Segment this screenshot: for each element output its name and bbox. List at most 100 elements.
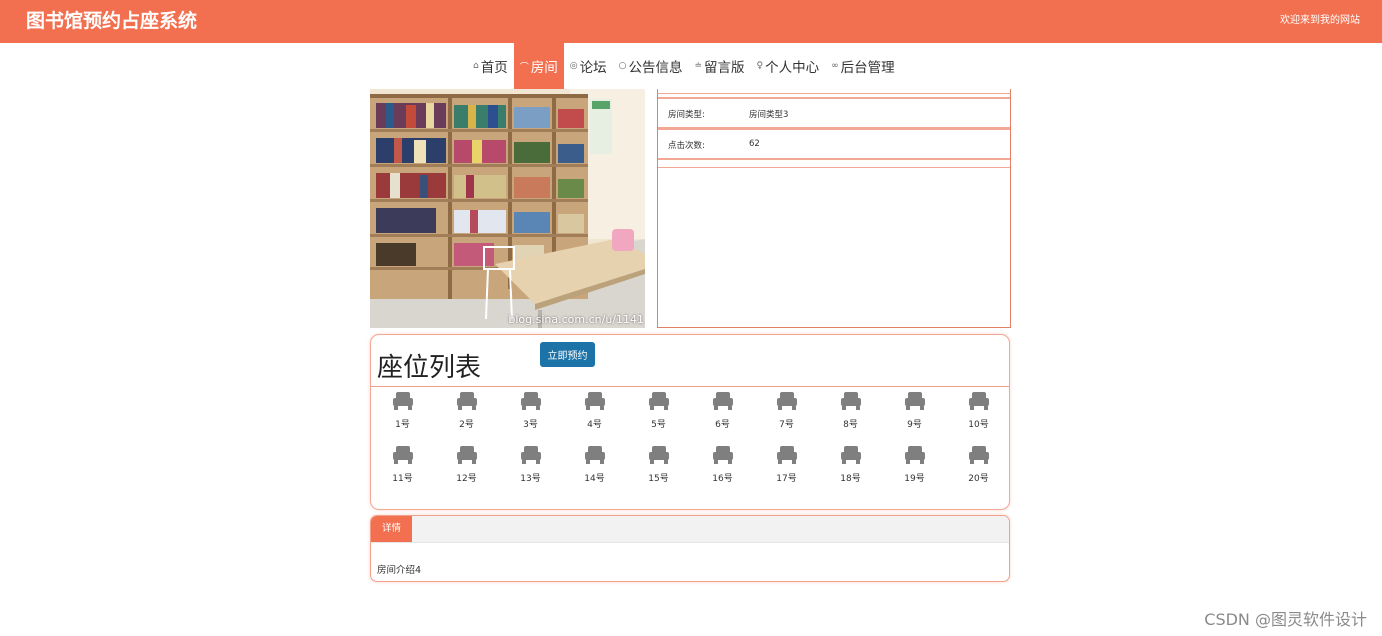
user-icon: ♀ bbox=[756, 61, 764, 71]
seat-8[interactable]: 8号 bbox=[829, 392, 873, 430]
seat-label: 19号 bbox=[904, 474, 925, 484]
nav-item-user-center[interactable]: ♀ 个人中心 bbox=[751, 43, 826, 89]
seat-icon bbox=[765, 392, 809, 410]
details-content: 房间介绍4 bbox=[377, 565, 422, 576]
seat-icon bbox=[829, 446, 873, 464]
nav-item-home[interactable]: ⌂ 首页 bbox=[467, 43, 514, 89]
nav-label: 后台管理 bbox=[840, 60, 895, 76]
room-photo: blog.sina.com.cn/u/1141 bbox=[370, 89, 645, 328]
seat-label: 18号 bbox=[840, 474, 861, 484]
seat-1[interactable]: 1号 bbox=[381, 392, 425, 430]
nav-label: 论坛 bbox=[579, 60, 607, 76]
nav-label: 房间 bbox=[530, 60, 558, 76]
seat-label: 1号 bbox=[395, 420, 410, 430]
room-photo-image bbox=[370, 89, 645, 328]
seat-12[interactable]: 12号 bbox=[445, 446, 489, 484]
seat-icon bbox=[573, 392, 617, 410]
seat-label: 12号 bbox=[456, 474, 477, 484]
nav-item-message[interactable]: ≐ 留言版 bbox=[688, 43, 750, 89]
home-icon: ⌂ bbox=[473, 61, 479, 71]
seat-14[interactable]: 14号 bbox=[573, 446, 617, 484]
seat-20[interactable]: 20号 bbox=[957, 446, 1001, 484]
seat-label: 8号 bbox=[843, 420, 858, 430]
notice-icon: ○ bbox=[618, 61, 627, 71]
book-now-button[interactable]: 立即预约 bbox=[540, 342, 595, 367]
nav-items: ⌂ 首页 ⌒ 房间 ◎ 论坛 ○ 公告信息 ≐ 留言版 ♀ 个人中心 ∞ 后台管理 bbox=[467, 43, 901, 89]
seat-15[interactable]: 15号 bbox=[637, 446, 681, 484]
info-row-spacer bbox=[658, 87, 1010, 94]
seat-9[interactable]: 9号 bbox=[893, 392, 937, 430]
seat-label: 14号 bbox=[584, 474, 605, 484]
seat-label: 4号 bbox=[587, 420, 602, 430]
seat-label: 11号 bbox=[392, 474, 413, 484]
nav-item-forum[interactable]: ◎ 论坛 bbox=[564, 43, 613, 89]
seat-16[interactable]: 16号 bbox=[701, 446, 745, 484]
seat-19[interactable]: 19号 bbox=[893, 446, 937, 484]
seat-list-panel: 座位列表 立即预约 1号 2号 3号 4号 5号 6号 7号 8号 9号 10号 11号 12号 13号… bbox=[370, 334, 1010, 510]
info-value: 62 bbox=[749, 139, 760, 149]
seat-label: 6号 bbox=[715, 420, 730, 430]
seat-icon bbox=[381, 392, 425, 410]
seat-13[interactable]: 13号 bbox=[509, 446, 553, 484]
info-row-type: 房间类型: 房间类型3 bbox=[658, 97, 1010, 128]
nav-item-notice[interactable]: ○ 公告信息 bbox=[613, 43, 689, 89]
seat-icon bbox=[893, 446, 937, 464]
seat-icon bbox=[893, 392, 937, 410]
top-header: 图书馆预约占座系统 欢迎来到我的网站 bbox=[0, 0, 1382, 43]
seat-icon bbox=[445, 446, 489, 464]
divider bbox=[371, 386, 1009, 387]
seat-18[interactable]: 18号 bbox=[829, 446, 873, 484]
nav-label: 公告信息 bbox=[628, 60, 683, 76]
seat-label: 13号 bbox=[520, 474, 541, 484]
seat-icon bbox=[381, 446, 425, 464]
room-icon: ⌒ bbox=[519, 62, 529, 73]
seat-icon bbox=[573, 446, 617, 464]
room-info-panel: 房间类型: 房间类型3 点击次数: 62 bbox=[657, 89, 1011, 328]
seat-icon bbox=[637, 392, 681, 410]
main-nav: ⌂ 首页 ⌒ 房间 ◎ 论坛 ○ 公告信息 ≐ 留言版 ♀ 个人中心 ∞ 后台管理 bbox=[0, 43, 1382, 89]
seat-list-title: 座位列表 bbox=[377, 353, 482, 383]
seat-label: 10号 bbox=[968, 420, 989, 430]
seat-icon bbox=[701, 392, 745, 410]
seat-label: 20号 bbox=[968, 474, 989, 484]
seat-label: 15号 bbox=[648, 474, 669, 484]
seat-label: 7号 bbox=[779, 420, 794, 430]
tab-details[interactable]: 详情 bbox=[371, 516, 412, 542]
seat-label: 17号 bbox=[776, 474, 797, 484]
seat-7[interactable]: 7号 bbox=[765, 392, 809, 430]
seat-11[interactable]: 11号 bbox=[381, 446, 425, 484]
details-panel: 详情 房间介绍4 bbox=[370, 515, 1010, 582]
seat-icon bbox=[509, 392, 553, 410]
message-icon: ≐ bbox=[694, 61, 702, 71]
seat-label: 16号 bbox=[712, 474, 733, 484]
seat-10[interactable]: 10号 bbox=[957, 392, 1001, 430]
nav-label: 个人中心 bbox=[765, 60, 820, 76]
nav-label: 留言版 bbox=[704, 60, 745, 76]
seat-3[interactable]: 3号 bbox=[509, 392, 553, 430]
csdn-watermark: CSDN @图灵软件设计 bbox=[1204, 610, 1367, 629]
seat-label: 9号 bbox=[907, 420, 922, 430]
seat-5[interactable]: 5号 bbox=[637, 392, 681, 430]
seat-icon bbox=[701, 446, 745, 464]
seat-label: 3号 bbox=[523, 420, 538, 430]
seat-icon bbox=[957, 392, 1001, 410]
seat-4[interactable]: 4号 bbox=[573, 392, 617, 430]
nav-item-admin[interactable]: ∞ 后台管理 bbox=[825, 43, 901, 89]
seat-17[interactable]: 17号 bbox=[765, 446, 809, 484]
seat-icon bbox=[445, 392, 489, 410]
seat-icon bbox=[829, 392, 873, 410]
nav-label: 首页 bbox=[480, 60, 508, 76]
site-title[interactable]: 图书馆预约占座系统 bbox=[26, 6, 197, 33]
seat-6[interactable]: 6号 bbox=[701, 392, 745, 430]
details-tab-bar: 详情 bbox=[371, 516, 1009, 543]
seat-icon bbox=[637, 446, 681, 464]
info-row-clicks: 点击次数: 62 bbox=[658, 128, 1010, 159]
seat-2[interactable]: 2号 bbox=[445, 392, 489, 430]
nav-item-room[interactable]: ⌒ 房间 bbox=[513, 43, 564, 89]
seat-icon bbox=[509, 446, 553, 464]
info-value: 房间类型3 bbox=[749, 110, 789, 120]
info-label: 房间类型: bbox=[668, 110, 705, 120]
seat-label: 2号 bbox=[459, 420, 474, 430]
forum-icon: ◎ bbox=[569, 61, 578, 71]
info-row-empty bbox=[658, 158, 1010, 168]
